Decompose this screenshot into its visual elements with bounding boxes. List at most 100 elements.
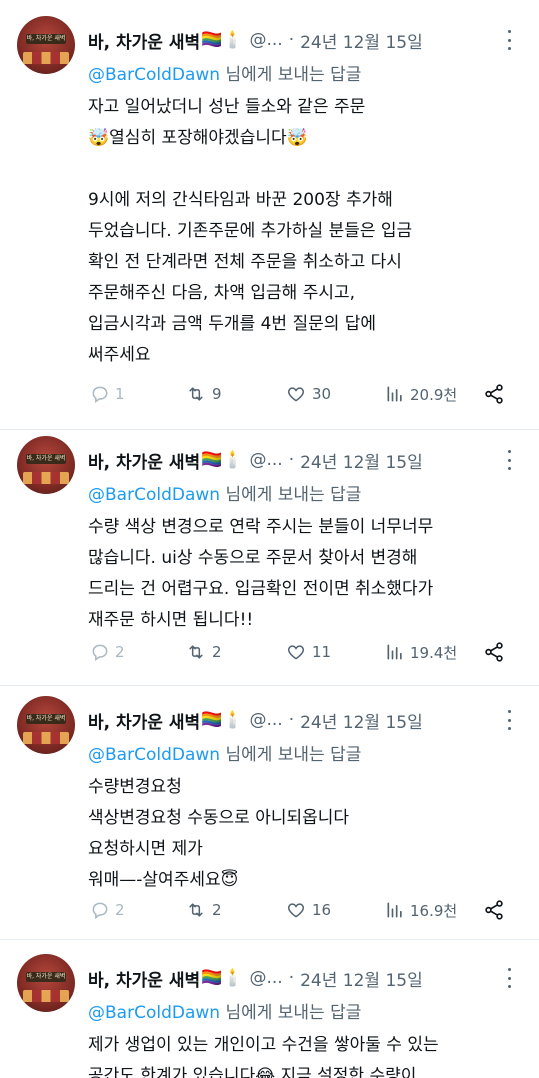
tweet-line: 색상변경요청 수동으로 아니되옵니다 [88, 808, 350, 828]
tweet-line: 9시에 저의 간식타임과 바꾼 200장 추가해 [88, 190, 393, 210]
separator-dot: · [288, 30, 295, 50]
retweet-button[interactable]: 2 [185, 900, 222, 920]
tweet[interactable]: 바, 차가운 새벽 바, 차가운 새벽 🏳️‍🌈🕯️ @... · 24년 12… [0, 680, 539, 940]
more-options-icon[interactable] [501, 30, 517, 50]
tweet-line: 재주문 하시면 됩니다!! [88, 610, 254, 630]
view-count: 20.9천 [410, 385, 458, 404]
separator-dot: · [288, 450, 295, 470]
author-handle[interactable]: @... [249, 710, 282, 730]
tweet-line: 🤯열심히 포장해야겠습니다🤯 [88, 128, 308, 148]
tweet-date[interactable]: 24년 12월 15일 [300, 966, 423, 991]
author-handle[interactable]: @... [249, 450, 282, 470]
tweet-date[interactable]: 24년 12월 15일 [300, 448, 423, 473]
avatar[interactable]: 바, 차가운 새벽 [17, 954, 75, 1012]
view-count: 19.4천 [410, 643, 458, 662]
reply-to-line: @BarColdDawn 님에게 보내는 답글 [88, 480, 361, 505]
tweet-line: 드리는 건 어렵구요. 입금확인 전이면 취소했다가 [88, 579, 434, 599]
reply-thread: 바, 차가운 새벽 바, 차가운 새벽 🏳️‍🌈🕯️ @... · 24년 12… [0, 0, 539, 1078]
tweet-actions: 1 9 30 20.9천 [88, 381, 518, 407]
tweet[interactable]: 바, 차가운 새벽 바, 차가운 새벽 🏳️‍🌈🕯️ @... · 24년 12… [0, 420, 539, 686]
tweet-line: 제가 생업이 있는 개인이고 수건을 쌓아둘 수 있는 [88, 1035, 439, 1055]
retweet-count: 2 [212, 643, 222, 661]
reply-button[interactable]: 2 [90, 900, 125, 920]
reply-icon [92, 644, 108, 661]
tweet-header: 바, 차가운 새벽 🏳️‍🌈🕯️ @... · 24년 12월 15일 [88, 708, 423, 733]
views-button[interactable]: 16.9천 [385, 900, 457, 921]
author-name[interactable]: 바, 차가운 새벽 [88, 708, 200, 733]
bar-chart-icon [387, 902, 402, 918]
avatar-sign: 바, 차가운 새벽 [26, 972, 66, 982]
reply-to-line: @BarColdDawn 님에게 보내는 답글 [88, 60, 361, 85]
tweet-text: 수량 색상 변경으로 연락 주시는 분들이 너무너무 많습니다. ui상 수동으… [88, 512, 528, 636]
author-name[interactable]: 바, 차가운 새벽 [88, 28, 200, 53]
author-emoji: 🏳️‍🌈🕯️ [201, 450, 244, 470]
tweet-line: 두었습니다. 기존주문에 추가하실 분들은 입금 [88, 221, 413, 241]
tweet-line: 입금시각과 금액 두개를 4번 질문의 답에 [88, 314, 377, 334]
reply-to-line: @BarColdDawn 님에게 보내는 답글 [88, 740, 361, 765]
share-button[interactable] [483, 383, 505, 405]
reply-to-suffix: 님에게 보내는 답글 [220, 745, 362, 765]
avatar-sign: 바, 차가운 새벽 [26, 34, 66, 44]
views-button[interactable]: 19.4천 [385, 642, 457, 663]
tweet-line: 워매—-살여주세요😇 [88, 870, 239, 890]
tweet-line: 확인 전 단계라면 전체 주문을 취소하고 다시 [88, 252, 402, 272]
like-count: 11 [312, 643, 332, 661]
like-button[interactable]: 16 [285, 900, 331, 920]
tweet[interactable]: 바, 차가운 새벽 바, 차가운 새벽 🏳️‍🌈🕯️ @... · 24년 12… [0, 938, 539, 1078]
author-name[interactable]: 바, 차가운 새벽 [88, 448, 200, 473]
more-options-icon[interactable] [501, 710, 517, 730]
like-button[interactable]: 11 [285, 642, 331, 662]
retweet-button[interactable]: 9 [185, 384, 222, 404]
avatar-sign: 바, 차가운 새벽 [26, 454, 66, 464]
more-options-icon[interactable] [501, 968, 517, 988]
reply-icon [92, 386, 108, 403]
tweet-date[interactable]: 24년 12월 15일 [300, 708, 423, 733]
bar-chart-icon [387, 644, 402, 660]
heart-icon [287, 903, 305, 918]
avatar[interactable]: 바, 차가운 새벽 [17, 696, 75, 754]
avatar-sign: 바, 차가운 새벽 [26, 714, 66, 724]
share-button[interactable] [483, 641, 505, 663]
author-name[interactable]: 바, 차가운 새벽 [88, 966, 200, 991]
tweet[interactable]: 바, 차가운 새벽 바, 차가운 새벽 🏳️‍🌈🕯️ @... · 24년 12… [0, 0, 539, 430]
tweet-line: 써주세요 [88, 345, 151, 365]
avatar[interactable]: 바, 차가운 새벽 [17, 436, 75, 494]
retweet-count: 9 [212, 385, 222, 403]
reply-mention-link[interactable]: @BarColdDawn [88, 65, 220, 85]
reply-mention-link[interactable]: @BarColdDawn [88, 485, 220, 505]
author-handle[interactable]: @... [249, 30, 282, 50]
heart-icon [287, 645, 305, 660]
bar-chart-icon [387, 386, 402, 402]
share-icon [485, 384, 503, 404]
reply-mention-link[interactable]: @BarColdDawn [88, 1003, 220, 1023]
reply-mention-link[interactable]: @BarColdDawn [88, 745, 220, 765]
avatar-sign-text: 바, 차가운 새벽 [26, 973, 66, 980]
retweet-icon [189, 645, 203, 659]
reply-to-suffix: 님에게 보내는 답글 [220, 485, 362, 505]
reply-to-suffix: 님에게 보내는 답글 [220, 65, 362, 85]
share-icon [485, 900, 503, 920]
reply-count: 1 [115, 385, 125, 403]
reply-button[interactable]: 2 [90, 642, 125, 662]
separator-dot: · [288, 710, 295, 730]
avatar-lights [23, 472, 69, 484]
author-handle[interactable]: @... [249, 968, 282, 988]
reply-button[interactable]: 1 [90, 384, 125, 404]
tweet-header: 바, 차가운 새벽 🏳️‍🌈🕯️ @... · 24년 12월 15일 [88, 448, 423, 473]
like-count: 16 [312, 901, 332, 919]
tweet-line: 수량 색상 변경으로 연락 주시는 분들이 너무너무 [88, 517, 434, 537]
like-button[interactable]: 30 [285, 384, 331, 404]
reply-count: 2 [115, 643, 125, 661]
retweet-button[interactable]: 2 [185, 642, 222, 662]
views-button[interactable]: 20.9천 [385, 384, 457, 405]
share-button[interactable] [483, 899, 505, 921]
more-options-icon[interactable] [501, 450, 517, 470]
tweet-line [88, 154, 528, 185]
avatar[interactable]: 바, 차가운 새벽 [17, 16, 75, 74]
tweet-line: 수량변경요청 [88, 777, 182, 797]
tweet-actions: 2 2 11 19.4천 [88, 639, 518, 665]
reply-to-suffix: 님에게 보내는 답글 [220, 1003, 362, 1023]
avatar-sign-text: 바, 차가운 새벽 [26, 715, 66, 722]
tweet-date[interactable]: 24년 12월 15일 [300, 28, 423, 53]
avatar-lights [23, 52, 69, 64]
